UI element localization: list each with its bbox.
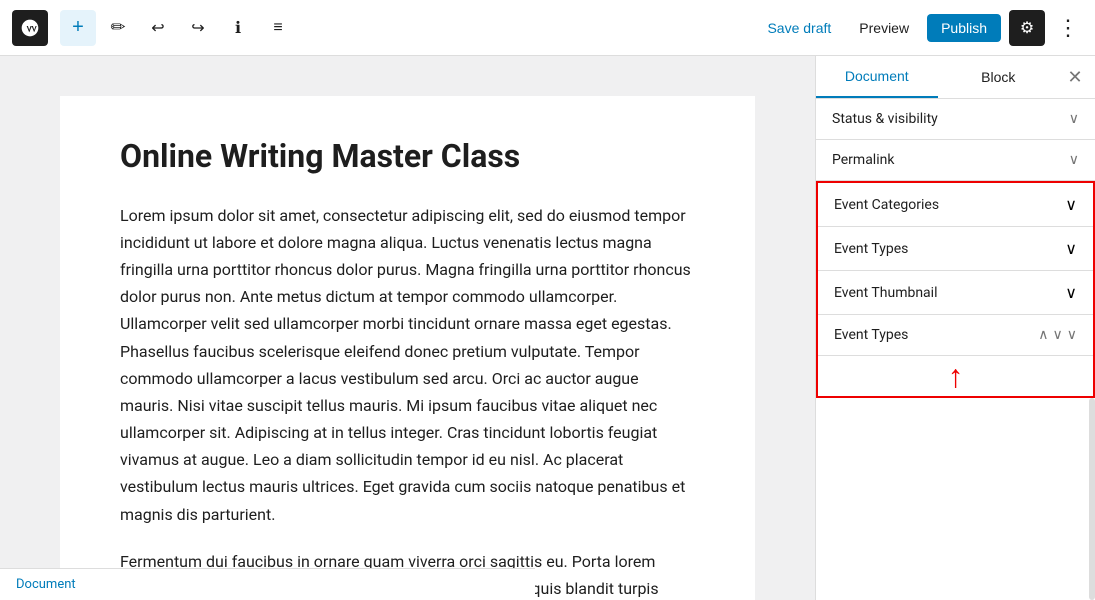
more-icon: ⋮ — [1057, 15, 1079, 40]
breadcrumb-bar: Document — [0, 568, 535, 600]
event-types-section-2[interactable]: Event Types ∧ ∨ ∨ — [818, 315, 1093, 356]
status-section-label: Status & visibility — [832, 111, 938, 127]
event-types-up-icon[interactable]: ∧ — [1038, 327, 1048, 343]
event-types-label: Event Types — [834, 241, 908, 257]
highlighted-panel: Event Categories ∨ Event Types ∨ Event T… — [816, 181, 1095, 398]
post-body: Lorem ipsum dolor sit amet, consectetur … — [120, 202, 695, 600]
event-types-down-icon[interactable]: ∨ — [1053, 327, 1063, 343]
toolbar-left: + ✏ ↩ ↪ ℹ ≡ — [12, 10, 753, 46]
close-icon: ✕ — [1067, 67, 1082, 87]
settings-button[interactable]: ⚙ — [1009, 10, 1045, 46]
post-title[interactable]: Online Writing Master Class — [120, 136, 695, 178]
sidebar: Document Block ✕ Status & visibility ∨ P… — [815, 56, 1095, 600]
event-types-controls: ∧ ∨ ∨ — [1038, 327, 1077, 343]
main-layout: Online Writing Master Class Lorem ipsum … — [0, 56, 1095, 600]
sidebar-header: Document Block ✕ — [816, 56, 1095, 99]
event-categories-chevron-icon: ∨ — [1065, 195, 1077, 214]
undo-icon: ↩ — [151, 18, 164, 38]
paragraph-1: Lorem ipsum dolor sit amet, consectetur … — [120, 202, 695, 528]
save-draft-button[interactable]: Save draft — [757, 14, 841, 42]
gear-icon: ⚙ — [1020, 18, 1034, 38]
editor-content: Online Writing Master Class Lorem ipsum … — [60, 96, 755, 600]
wp-logo — [12, 10, 48, 46]
add-block-button[interactable]: + — [60, 10, 96, 46]
redo-button[interactable]: ↪ — [180, 10, 216, 46]
list-icon: ≡ — [273, 19, 282, 37]
sidebar-scrollbar[interactable] — [1089, 398, 1095, 600]
list-view-button[interactable]: ≡ — [260, 10, 296, 46]
plus-icon: + — [60, 10, 96, 46]
more-options-button[interactable]: ⋮ — [1053, 17, 1083, 39]
redo-icon: ↪ — [191, 18, 204, 38]
event-types-chevron-icon: ∨ — [1065, 239, 1077, 258]
publish-button[interactable]: Publish — [927, 14, 1001, 42]
undo-button[interactable]: ↩ — [140, 10, 176, 46]
event-thumbnail-section[interactable]: Event Thumbnail ∨ — [818, 271, 1093, 315]
info-button[interactable]: ℹ — [220, 10, 256, 46]
toolbar: + ✏ ↩ ↪ ℹ ≡ Save draft Preview Publish ⚙… — [0, 0, 1095, 56]
event-categories-section[interactable]: Event Categories ∨ — [818, 183, 1093, 227]
breadcrumb: Document — [16, 577, 76, 592]
event-thumbnail-label: Event Thumbnail — [834, 285, 937, 301]
toolbar-right: Save draft Preview Publish ⚙ ⋮ — [757, 10, 1083, 46]
editor-area: Online Writing Master Class Lorem ipsum … — [0, 56, 815, 600]
event-types-section[interactable]: Event Types ∨ — [818, 227, 1093, 271]
event-types-expand-icon[interactable]: ∨ — [1067, 327, 1077, 343]
permalink-section-label: Permalink — [832, 152, 894, 168]
event-categories-label: Event Categories — [834, 197, 939, 213]
tab-block[interactable]: Block — [938, 57, 1060, 97]
pencil-icon: ✏ — [110, 17, 125, 38]
sidebar-section-status[interactable]: Status & visibility ∨ — [816, 99, 1095, 140]
sidebar-close-button[interactable]: ✕ — [1059, 61, 1091, 93]
status-chevron-icon: ∨ — [1069, 111, 1079, 127]
info-icon: ℹ — [235, 18, 241, 38]
preview-button[interactable]: Preview — [849, 14, 919, 42]
arrow-annotation: ↑ — [818, 356, 1093, 396]
tab-document[interactable]: Document — [816, 56, 938, 98]
sidebar-footer — [816, 398, 1095, 600]
event-thumbnail-chevron-icon: ∨ — [1065, 283, 1077, 302]
red-arrow-icon: ↑ — [948, 360, 964, 392]
event-types-2-label: Event Types — [834, 327, 908, 343]
sidebar-section-permalink[interactable]: Permalink ∨ — [816, 140, 1095, 181]
edit-button[interactable]: ✏ — [100, 10, 136, 46]
permalink-chevron-icon: ∨ — [1069, 152, 1079, 168]
